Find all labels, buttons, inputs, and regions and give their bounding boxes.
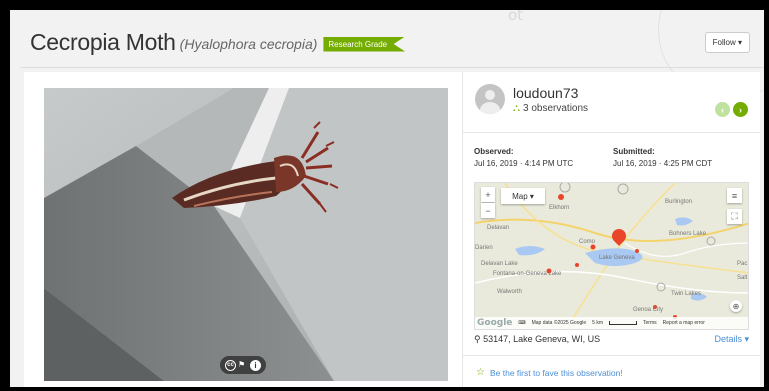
location-map[interactable]: Elkhorn Burlington Delavan Bohners Lake … xyxy=(474,182,749,330)
map-label-como: Como xyxy=(579,239,596,245)
observer-username[interactable]: loudoun73 xyxy=(513,85,588,101)
layers-button[interactable]: ≡ xyxy=(727,188,742,203)
page: ot Cecropia Moth (Hyalophora cecropia) R… xyxy=(10,10,764,387)
map-data-credit: Map data ©2025 Google xyxy=(531,320,587,326)
fullscreen-icon: ⛶ xyxy=(731,211,738,221)
location-text: 53147, Lake Geneva, WI, US xyxy=(483,334,601,344)
star-icon[interactable]: ☆ xyxy=(476,367,485,378)
observed-label: Observed: xyxy=(474,147,514,156)
report-map-error-link[interactable]: Report a map error xyxy=(663,320,705,326)
divider xyxy=(463,132,760,133)
observation-sidebar: loudoun73 ⛬ 3 observations ‹ › Observed:… xyxy=(462,72,760,387)
map-label-twin-lakes: Twin Lakes xyxy=(671,291,702,297)
map-scale-label[interactable]: 5 km xyxy=(592,320,603,326)
observed-value: Jul 16, 2019 · 4:14 PM UTC xyxy=(474,159,574,168)
divider xyxy=(463,355,760,356)
map-label-elkhorn: Elkhorn xyxy=(549,205,570,211)
observed-date: Observed: Jul 16, 2019 · 4:14 PM UTC xyxy=(474,147,573,168)
details-dropdown[interactable]: Details ▾ xyxy=(714,334,749,345)
map-label-lake-geneva: Lake Geneva xyxy=(599,255,635,261)
zoom-out-button[interactable]: − xyxy=(481,203,495,218)
map-attribution: Google ⌨ Map data ©2025 Google 5 km Term… xyxy=(475,317,748,329)
avatar[interactable] xyxy=(475,84,505,114)
map-label-salt: Salt xyxy=(737,275,748,281)
fave-prompt[interactable]: ☆ Be the first to fave this observation! xyxy=(476,367,623,378)
google-logo[interactable]: Google xyxy=(477,318,512,328)
header-fragment: ot xyxy=(508,10,524,24)
map-label-bohners-lake: Bohners Lake xyxy=(669,231,707,237)
info-icon[interactable]: i xyxy=(250,359,261,371)
map-terms-link[interactable]: Terms xyxy=(643,320,657,326)
creative-commons-icon[interactable]: cc xyxy=(225,359,236,371)
next-observation-button[interactable]: › xyxy=(733,102,748,117)
location-bar: ⚲ 53147, Lake Geneva, WI, US Details ▾ xyxy=(474,334,749,345)
observation-header: Cecropia Moth (Hyalophora cecropia) Rese… xyxy=(30,24,754,60)
observation-count-label: 3 observations xyxy=(523,102,589,114)
map-label-walworth: Walworth xyxy=(497,289,522,295)
map-label-genoa-city: Genoa City xyxy=(633,307,664,313)
locate-button[interactable]: ⊕ xyxy=(730,300,742,312)
map-marker-icon: ⚲ xyxy=(474,334,481,344)
location-name: ⚲ 53147, Lake Geneva, WI, US xyxy=(474,334,600,345)
moth-photo-image xyxy=(44,88,448,381)
observer-observation-count[interactable]: ⛬ 3 observations xyxy=(513,103,588,114)
binoculars-icon: ⛬ xyxy=(513,102,520,114)
map-type-dropdown[interactable]: Map ▾ xyxy=(501,188,545,204)
follow-button[interactable]: Follow ▾ xyxy=(704,32,750,53)
map-label-delavan-lake: Delavan Lake xyxy=(481,261,518,267)
submitted-date: Submitted: Jul 16, 2019 · 4:25 PM CDT xyxy=(613,147,712,168)
map-scale-bar xyxy=(609,321,638,325)
keyboard-shortcuts-icon[interactable]: ⌨ xyxy=(518,320,525,326)
submitted-value: Jul 16, 2019 · 4:25 PM CDT xyxy=(613,159,713,168)
map-label-pac: Pac xyxy=(737,261,748,267)
scientific-name[interactable]: (Hyalophora cecropia) xyxy=(180,36,318,52)
chevron-right-icon: › xyxy=(739,104,742,115)
plus-icon: + xyxy=(485,189,491,200)
observation-nav: ‹ › xyxy=(715,102,748,117)
observation-card: cc ⚑ i loudoun73 ⛬ 3 observations ‹ › Ob… xyxy=(24,72,760,387)
map-label-fontana: Fontana-on-Geneva Lake xyxy=(493,271,562,277)
map-label-darien: Darien xyxy=(475,245,493,251)
chevron-left-icon: ‹ xyxy=(721,104,724,115)
photo-controls: cc ⚑ i xyxy=(220,356,266,374)
map-label-delavan: Delavan xyxy=(487,225,510,231)
fave-text[interactable]: Be the first to fave this observation! xyxy=(490,368,623,378)
submitted-label: Submitted: xyxy=(613,147,655,156)
previous-observation-button[interactable]: ‹ xyxy=(715,102,730,117)
page-title: Cecropia Moth xyxy=(30,28,176,55)
map-label-burlington: Burlington xyxy=(665,199,693,205)
layers-icon: ≡ xyxy=(731,190,738,201)
header-divider xyxy=(20,67,764,68)
zoom-in-button[interactable]: + xyxy=(481,187,495,202)
minus-icon: − xyxy=(485,205,491,216)
research-grade-badge: Research Grade xyxy=(323,36,406,52)
fullscreen-button[interactable]: ⛶ xyxy=(727,209,742,224)
flag-icon[interactable]: ⚑ xyxy=(238,361,248,369)
observer-info: loudoun73 ⛬ 3 observations xyxy=(475,84,588,114)
crosshair-icon: ⊕ xyxy=(732,301,740,311)
observation-photo[interactable]: cc ⚑ i xyxy=(44,88,448,381)
